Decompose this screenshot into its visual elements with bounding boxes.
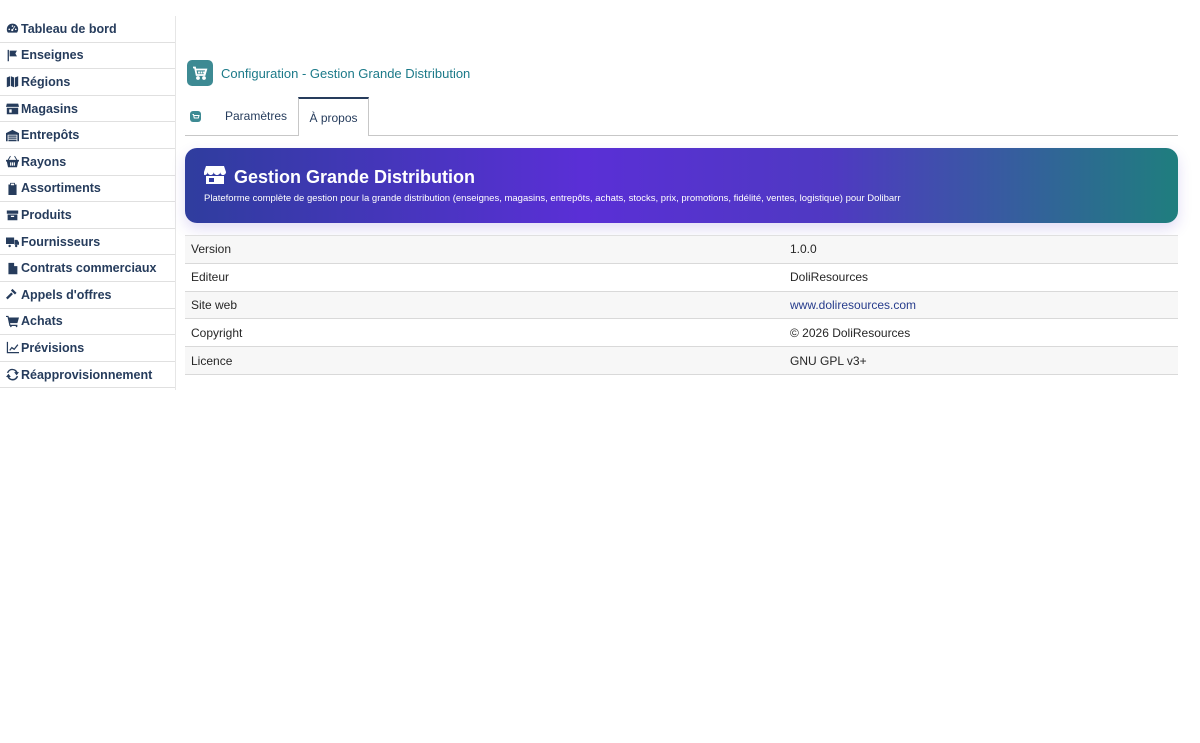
tab-parametres[interactable]: Paramètres bbox=[215, 97, 297, 135]
sidebar-item-label: Appels d'offres bbox=[21, 287, 112, 302]
module-banner: Gestion Grande Distribution Plateforme c… bbox=[185, 148, 1178, 223]
sidebar-item-label: Régions bbox=[21, 74, 71, 89]
sidebar-item-label: Tableau de bord bbox=[21, 21, 117, 36]
row-key: Licence bbox=[191, 353, 233, 368]
table-row: Copyright © 2026 DoliResources bbox=[185, 319, 1178, 348]
row-key: Version bbox=[191, 242, 232, 257]
sidebar-item-label: Fournisseurs bbox=[21, 234, 101, 249]
tab-a-propos[interactable]: À propos bbox=[298, 97, 369, 136]
sidebar-item-label: Assortiments bbox=[21, 181, 101, 196]
sidebar-item-appels-d-offres[interactable]: Appels d'offres bbox=[0, 282, 175, 309]
sidebar-menu: Tableau de bord Enseignes Régions Magasi… bbox=[0, 16, 176, 390]
page-title: Configuration - Gestion Grande Distribut… bbox=[221, 65, 471, 81]
sidebar-item-fournisseurs[interactable]: Fournisseurs bbox=[0, 229, 175, 256]
dashboard-icon bbox=[5, 22, 19, 36]
warehouse-icon bbox=[5, 128, 19, 142]
box-icon bbox=[5, 208, 19, 222]
table-row: Licence GNU GPL v3+ bbox=[185, 347, 1178, 375]
sidebar-item-label: Prévisions bbox=[21, 340, 85, 355]
sidebar-item-label: Achats bbox=[21, 314, 63, 329]
cart-icon bbox=[190, 111, 201, 122]
document-icon bbox=[5, 261, 19, 275]
row-value: GNU GPL v3+ bbox=[790, 353, 867, 368]
sidebar-item-magasins[interactable]: Magasins bbox=[0, 96, 175, 123]
sidebar-item-contrats-commerciaux[interactable]: Contrats commerciaux bbox=[0, 255, 175, 282]
sidebar-item-entrepots[interactable]: Entrepôts bbox=[0, 122, 175, 149]
table-row: Version 1.0.0 bbox=[185, 236, 1178, 264]
sidebar-item-label: Produits bbox=[21, 207, 72, 222]
sidebar-item-previsions[interactable]: Prévisions bbox=[0, 335, 175, 362]
sidebar-item-reapprovisionnement[interactable]: Réapprovisionnement bbox=[0, 362, 175, 389]
table-row: Site web www.doliresources.com bbox=[185, 291, 1178, 320]
sidebar-item-label: Rayons bbox=[21, 154, 67, 169]
sidebar-item-enseignes[interactable]: Enseignes bbox=[0, 43, 175, 70]
sidebar-item-label: Entrepôts bbox=[21, 128, 80, 143]
truck-icon bbox=[5, 235, 19, 249]
cart-icon bbox=[187, 60, 213, 86]
cart-icon bbox=[5, 314, 19, 328]
website-link[interactable]: www.doliresources.com bbox=[790, 298, 916, 312]
basket-icon bbox=[5, 155, 19, 169]
gavel-icon bbox=[5, 288, 19, 302]
sidebar-item-label: Contrats commerciaux bbox=[21, 261, 157, 276]
banner-subtitle: Plateforme complète de gestion pour la g… bbox=[204, 193, 901, 204]
sidebar-item-achats[interactable]: Achats bbox=[0, 309, 175, 336]
flag-icon bbox=[5, 48, 19, 62]
tab-bar: Paramètres À propos bbox=[185, 97, 1178, 136]
refresh-icon bbox=[5, 368, 19, 382]
sidebar-item-regions[interactable]: Régions bbox=[0, 69, 175, 96]
chart-line-icon bbox=[5, 341, 19, 355]
clipboard-icon bbox=[5, 181, 19, 195]
sidebar-item-label: Enseignes bbox=[21, 48, 84, 63]
row-key: Editeur bbox=[191, 270, 230, 285]
row-value: DoliResources bbox=[790, 270, 869, 285]
sidebar-item-rayons[interactable]: Rayons bbox=[0, 149, 175, 176]
row-key: Site web bbox=[191, 297, 238, 312]
about-info-table: Version 1.0.0 Editeur DoliResources Site… bbox=[185, 235, 1178, 375]
sidebar-item-produits[interactable]: Produits bbox=[0, 202, 175, 229]
store-icon bbox=[204, 165, 226, 190]
table-row: Editeur DoliResources bbox=[185, 264, 1178, 292]
map-icon bbox=[5, 75, 19, 89]
sidebar-item-tableau-de-bord[interactable]: Tableau de bord bbox=[0, 16, 175, 43]
banner-title: Gestion Grande Distribution bbox=[234, 167, 476, 187]
store-icon bbox=[5, 102, 19, 116]
row-value: © 2026 DoliResources bbox=[790, 325, 911, 340]
row-value: 1.0.0 bbox=[790, 242, 817, 257]
page-header: Configuration - Gestion Grande Distribut… bbox=[187, 60, 470, 86]
sidebar-item-label: Magasins bbox=[21, 101, 78, 116]
sidebar-item-label: Réapprovisionnement bbox=[21, 367, 153, 382]
main-content: Configuration - Gestion Grande Distribut… bbox=[185, 0, 1178, 743]
sidebar-item-assortiments[interactable]: Assortiments bbox=[0, 176, 175, 203]
row-key: Copyright bbox=[191, 325, 243, 340]
